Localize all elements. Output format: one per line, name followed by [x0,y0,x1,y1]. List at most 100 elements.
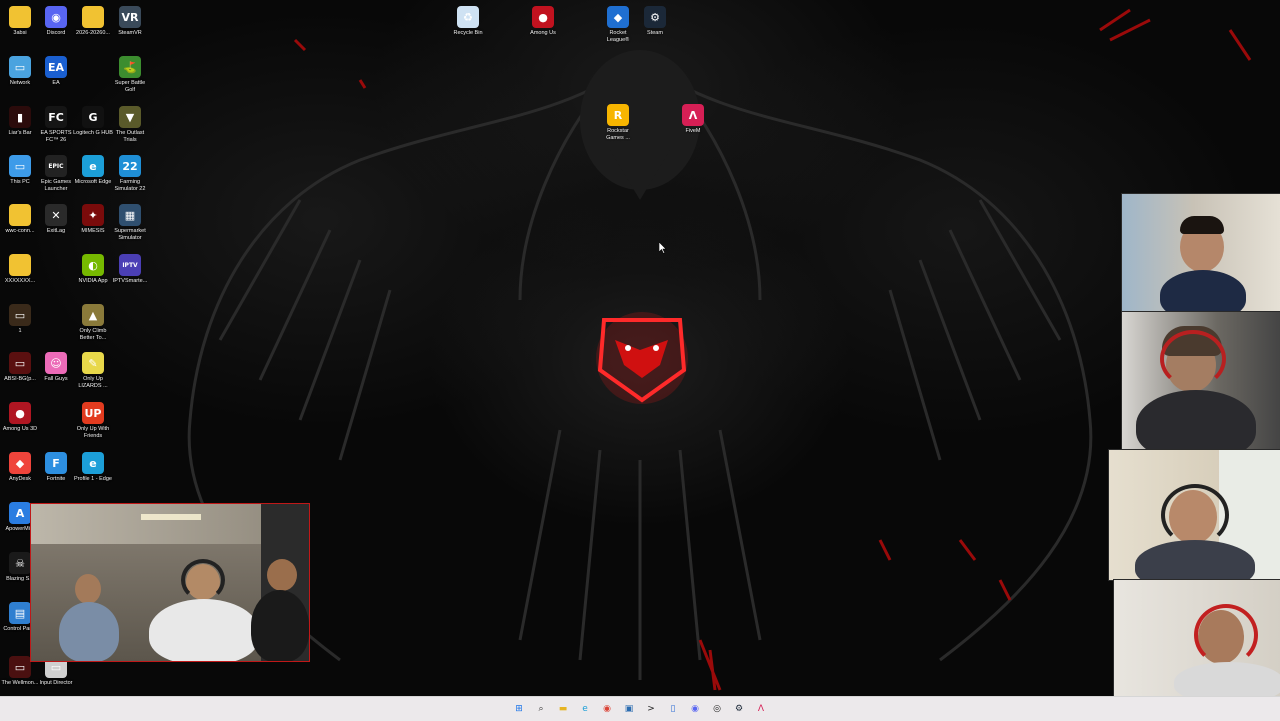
desktop-icon-image-file[interactable]: ▭ ABSI-BG(p... [0,352,40,383]
desktop-icon-fivem[interactable]: Λ FiveM [673,104,713,135]
desktop-icon-ea[interactable]: EA EA [36,56,76,87]
only-climb-icon: ▲ [82,304,104,326]
desktop-icon-file[interactable]: ▭ 1 [0,304,40,335]
network-icon: ▭ [9,56,31,78]
desktop-icon-only-up-lizards[interactable]: ✎ Only Up LIZARDS ... [73,352,113,390]
recycle-bin-icon: ♻ [457,6,479,28]
desktop-icon-fall-guys[interactable]: ☺ Fall Guys [36,352,76,383]
taskbar-edge-icon[interactable]: e [577,701,593,717]
desktop-icon-label: 3absi [13,30,27,36]
exitlag-icon: ✕ [45,204,67,226]
taskbar-obs-icon[interactable]: ◎ [709,701,725,717]
desktop-icon-label: Profile 1 - Edge [74,476,112,482]
apowermirror-icon: A [9,502,31,524]
desktop-icon-label: Among Us 3D [2,426,38,432]
folder-icon [9,254,31,276]
taskbar-file-explorer-icon[interactable]: ▬ [555,701,571,717]
desktop-icon-edge-profile[interactable]: e Profile 1 - Edge [73,452,113,483]
desktop-icon-only-climb[interactable]: ▲ Only Climb Better To... [73,304,113,342]
fortnite-icon: F [45,452,67,474]
taskbar-terminal-icon[interactable]: > [643,701,659,717]
folder-icon [9,6,31,28]
desktop-icon-ea-sports-fc[interactable]: FC EA SPORTS FC™ 26 [36,106,76,144]
desktop-icon-label: 2026-20260... [76,30,110,36]
folder-icon [82,6,104,28]
webcam-second-right [1121,311,1280,451]
desktop-icon-folder[interactable]: 3absi [0,6,40,37]
desktop-icon-label: Only Climb Better To... [79,328,107,341]
desktop-icon-outlast-trials[interactable]: ▼ The Outlast Trials [110,106,150,144]
iptv-smarters-icon: IPTV [119,254,141,276]
desktop-icon-among-us[interactable]: ● Among Us [523,6,563,37]
ea-icon: EA [45,56,67,78]
desktop-icon-label: This PC [10,179,30,185]
desktop-icon-fortnite[interactable]: F Fortnite [36,452,76,483]
desktop-icon-only-up-friends[interactable]: UP Only Up With Friends [73,402,113,440]
only-up-friends-icon: UP [82,402,104,424]
desktop-icon-supermarket-simulator[interactable]: ▦ Supermarket Simulator [110,204,150,242]
desktop-icon-label: Microsoft Edge [74,179,112,185]
nvidia-app-icon: ◐ [82,254,104,276]
desktop-icon-folder[interactable]: wwc-conn... [0,204,40,235]
desktop-icon-super-battle-golf[interactable]: ⛳ Super Battle Golf [110,56,150,94]
desktop-icon-label: Rockstar Games ... [606,128,630,141]
among-us-icon: ● [532,6,554,28]
edge-icon: e [82,155,104,177]
desktop[interactable]: 3absi ◉ Discord 2026-20260... VR SteamVR ♻ Recy… [0,0,1280,696]
taskbar-windows-start-icon[interactable]: ⊞ [511,701,527,717]
desktop-icon-label: Epic Games Launcher [41,179,71,192]
webcam-third-right [1108,449,1280,581]
anydesk-icon: ◆ [9,452,31,474]
desktop-icon-steamvr[interactable]: VR SteamVR [110,6,150,37]
taskbar-steam-icon[interactable]: ⚙ [731,701,747,717]
taskbar-search-icon[interactable]: ⌕ [533,701,549,717]
desktop-icon-logitech-g-hub[interactable]: G Logitech G HUB [73,106,113,137]
among-us-3d-icon: ● [9,402,31,424]
desktop-icon-recycle-bin[interactable]: ♻ Recycle Bin [448,6,488,37]
discord-icon: ◉ [45,6,67,28]
desktop-icon-folder[interactable]: 2026-20260... [73,6,113,37]
desktop-icon-this-pc[interactable]: ▭ This PC [0,155,40,186]
taskbar-store-icon[interactable]: ▣ [621,701,637,717]
desktop-icon-among-us-3d[interactable]: ● Among Us 3D [0,402,40,433]
desktop-icon-edge[interactable]: e Microsoft Edge [73,155,113,186]
desktop-icon-anydesk[interactable]: ◆ AnyDesk [0,452,40,483]
taskbar-fivem-icon[interactable]: Λ [753,701,769,717]
desktop-icon-label: Supermarket Simulator [114,228,146,241]
desktop-icon-rockstar-games[interactable]: R Rockstar Games ... [598,104,638,142]
desktop-icon-label: Only Up LIZARDS ... [78,376,108,389]
desktop-icon-label: XXXXXXX... [4,278,36,284]
desktop-icon-label: Input Director [39,680,73,686]
blazing-sails-icon: ☠ [9,552,31,574]
image-file-icon: ▭ [9,352,31,374]
desktop-icon-steam[interactable]: ⚙ Steam [635,6,675,37]
fall-guys-icon: ☺ [45,352,67,374]
rocket-league-icon: ◆ [607,6,629,28]
desktop-icon-mimesis[interactable]: ✦ MIMESIS [73,204,113,235]
desktop-icon-folder[interactable]: XXXXXXX... [0,254,40,285]
file-icon: ▭ [9,304,31,326]
desktop-icon-label: Recycle Bin [453,30,483,36]
webcam-group-bottom-left [30,503,310,662]
desktop-icon-liars-bar[interactable]: ▮ Liar's Bar [0,106,40,137]
epic-games-icon: EPIC [45,155,67,177]
desktop-icon-farming-simulator[interactable]: 22 Farming Simulator 22 [110,155,150,193]
desktop-icon-exitlag[interactable]: ✕ ExitLag [36,204,76,235]
desktop-icon-network[interactable]: ▭ Network [0,56,40,87]
desktop-icon-label: NVIDIA App [78,278,108,284]
desktop-icon-nvidia-app[interactable]: ◐ NVIDIA App [73,254,113,285]
desktop-icon-iptv-smarters[interactable]: IPTV IPTVSmarte... [110,254,150,285]
taskbar-discord-icon[interactable]: ◉ [687,701,703,717]
desktop-icon-discord[interactable]: ◉ Discord [36,6,76,37]
desktop-icon-epic-games[interactable]: EPIC Epic Games Launcher [36,155,76,193]
desktop-icon-label: Discord [46,30,66,36]
liars-bar-icon: ▮ [9,106,31,128]
desktop-icon-label: Network [9,80,31,86]
taskbar-notepad-icon[interactable]: ▯ [665,701,681,717]
taskbar-chrome-icon[interactable]: ◉ [599,701,615,717]
desktop-icon-rocket-league[interactable]: ◆ Rocket League® [598,6,638,44]
only-up-lizards-icon: ✎ [82,352,104,374]
desktop-icon-label: EA SPORTS FC™ 26 [40,130,72,143]
logitech-g-hub-icon: G [82,106,104,128]
desktop-icon-label: AnyDesk [8,476,31,482]
